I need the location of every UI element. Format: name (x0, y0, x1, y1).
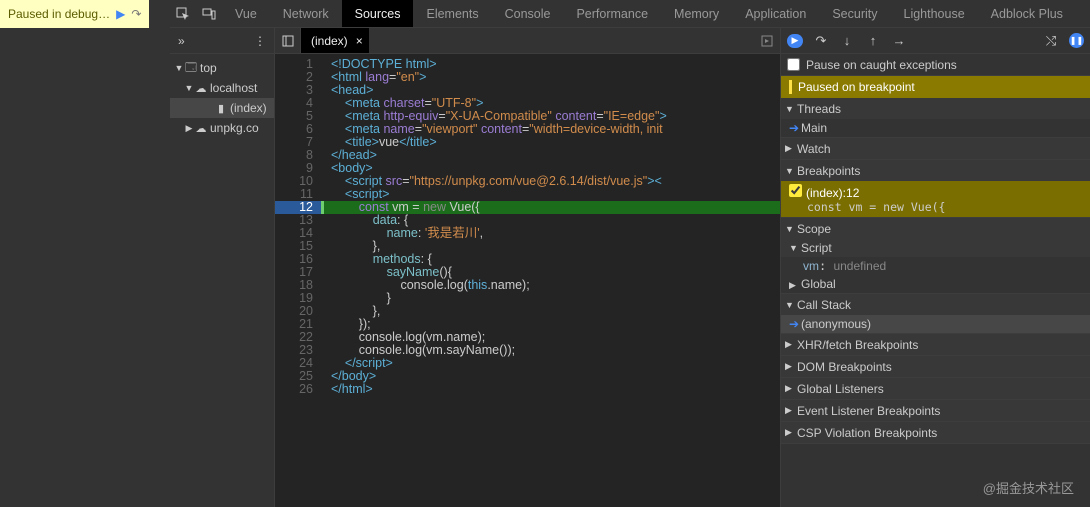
tab-application[interactable]: Application (732, 0, 819, 27)
tree-node[interactable]: ▼☁localhost (170, 78, 274, 98)
thread-main[interactable]: ➔Main (781, 119, 1090, 137)
tree-node[interactable]: ▼🗔top (170, 58, 274, 78)
editor-tab-label: (index) (311, 34, 348, 48)
navigator-icon[interactable] (275, 28, 301, 53)
pause-exceptions-checkbox[interactable] (787, 58, 800, 71)
breakpoints-header[interactable]: ▼Breakpoints (781, 160, 1090, 181)
paused-on-breakpoint: Paused on breakpoint (781, 76, 1090, 98)
dom-header[interactable]: ▶DOM Breakpoints (781, 356, 1090, 377)
file-tree-panel: » ⋮ ▼🗔top▼☁localhost▮(index)▶☁unpkg.co (170, 28, 275, 507)
paused-banner: Paused in debug… ▶ ↷ (0, 0, 149, 28)
tab-elements[interactable]: Elements (413, 0, 491, 27)
step-button[interactable]: → (891, 33, 907, 49)
debug-panel: ▶ ↷ ↓ ↑ → ⤭ ❚❚ Pause on caught exception… (780, 28, 1090, 507)
device-icon[interactable] (196, 0, 222, 27)
tab-lighthouse[interactable]: Lighthouse (891, 0, 978, 27)
step-into-button[interactable]: ↓ (839, 33, 855, 49)
scope-script[interactable]: ▼Script (781, 239, 1090, 257)
tab-adblock-plus[interactable]: Adblock Plus (978, 0, 1076, 27)
tab-security[interactable]: Security (819, 0, 890, 27)
page-gutter (0, 0, 170, 507)
debug-controls: ▶ ↷ ↓ ↑ → ⤭ ❚❚ (781, 28, 1090, 54)
listeners-header[interactable]: ▶Global Listeners (781, 378, 1090, 399)
tree-menu-icon[interactable]: ⋮ (254, 34, 266, 48)
pause-exceptions-button[interactable]: ❚❚ (1069, 33, 1084, 48)
tab-sources[interactable]: Sources (342, 0, 414, 27)
overflow-icon[interactable] (754, 28, 780, 53)
resume-icon[interactable]: ▶ (116, 7, 125, 21)
breakpoint-entry[interactable]: (index):12 const vm = new Vue({ (781, 181, 1090, 217)
step-out-button[interactable]: ↑ (865, 33, 881, 49)
tab-network[interactable]: Network (270, 0, 342, 27)
watch-header[interactable]: ▶Watch (781, 138, 1090, 159)
deactivate-bp-button[interactable]: ⤭ (1043, 33, 1059, 49)
csp-header[interactable]: ▶CSP Violation Breakpoints (781, 422, 1090, 443)
devtools-topbar: VueNetworkSourcesElementsConsolePerforma… (170, 0, 1090, 28)
tab-performance[interactable]: Performance (563, 0, 661, 27)
watermark: @掘金技术社区 (983, 478, 1074, 497)
tab-vue[interactable]: Vue (222, 0, 270, 27)
callstack-header[interactable]: ▼Call Stack (781, 294, 1090, 315)
resume-button[interactable]: ▶ (787, 34, 803, 48)
paused-banner-text: Paused in debug… (8, 7, 110, 21)
step-over-button[interactable]: ↷ (813, 33, 829, 49)
close-icon[interactable]: × (356, 34, 363, 48)
scope-global[interactable]: ▶Global (781, 275, 1090, 293)
tab-memory[interactable]: Memory (661, 0, 732, 27)
tab-console[interactable]: Console (492, 0, 564, 27)
xhr-header[interactable]: ▶XHR/fetch Breakpoints (781, 334, 1090, 355)
events-header[interactable]: ▶Event Listener Breakpoints (781, 400, 1090, 421)
breakpoint-checkbox[interactable] (789, 184, 802, 197)
tree-node[interactable]: ▶☁unpkg.co (170, 118, 274, 138)
scope-header[interactable]: ▼Scope (781, 218, 1090, 239)
inspect-icon[interactable] (170, 0, 196, 27)
threads-header[interactable]: ▼Threads (781, 98, 1090, 119)
step-over-icon[interactable]: ↷ (131, 7, 141, 21)
tree-node[interactable]: ▮(index) (170, 98, 274, 118)
scope-var: vm: undefined (781, 257, 1090, 275)
pause-exceptions-row[interactable]: Pause on caught exceptions (781, 54, 1090, 76)
pause-exceptions-label: Pause on caught exceptions (806, 58, 957, 72)
editor-panel: (index) × 123456789101112131415161718192… (275, 28, 780, 507)
callstack-frame[interactable]: ➔(anonymous) (781, 315, 1090, 333)
tree-more-icon[interactable]: » (178, 34, 185, 48)
editor-tab[interactable]: (index) × (301, 28, 369, 53)
